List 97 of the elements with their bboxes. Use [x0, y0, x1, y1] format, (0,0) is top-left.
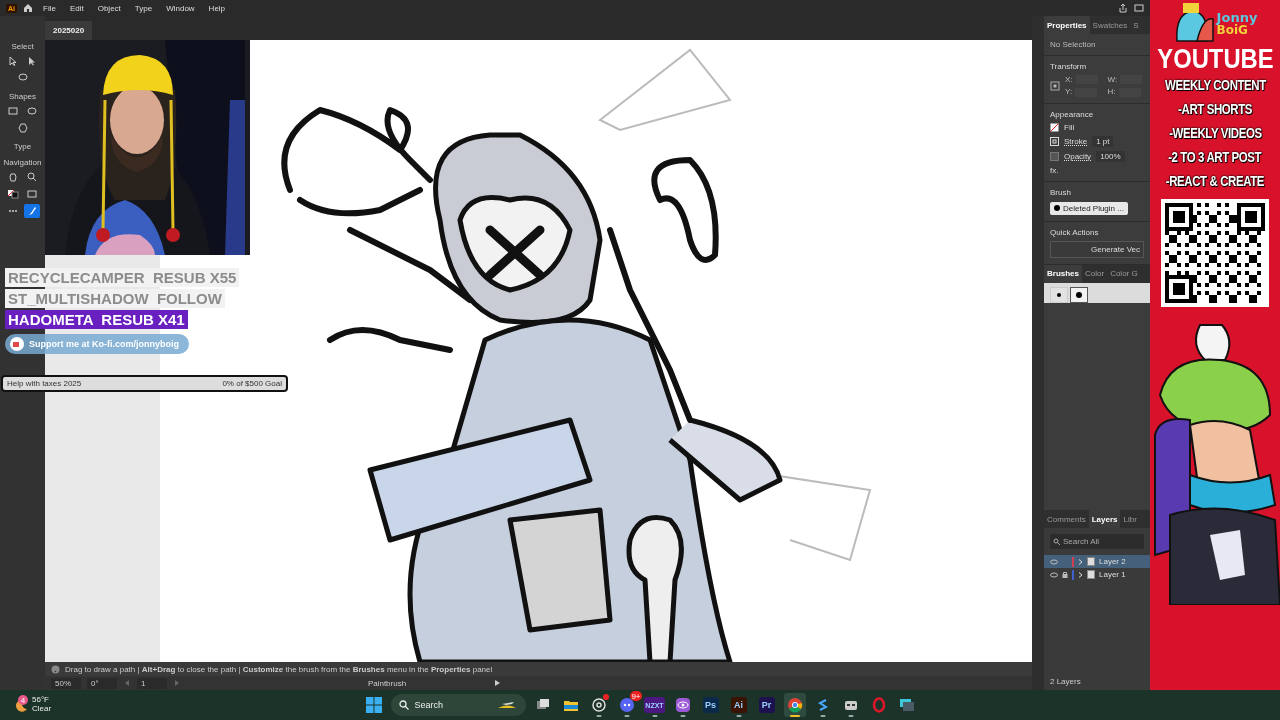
menu-item[interactable]: Help [204, 3, 230, 13]
opacity-icon [1050, 151, 1059, 161]
tool-group-label: Type [13, 142, 32, 151]
rotation-field[interactable]: 0° [87, 677, 117, 689]
panel-tab[interactable]: Properties [1044, 16, 1090, 34]
brush-dot-icon [1056, 291, 1062, 298]
banner-headline: YOUTUBE [1156, 43, 1274, 75]
panel-tab[interactable]: Libr [1120, 510, 1140, 528]
tool-group-label: Navigation [3, 158, 42, 167]
section-title: Appearance [1050, 109, 1095, 119]
weather-badge: 4 [18, 695, 28, 705]
taskbar-app[interactable] [783, 693, 806, 717]
menu-item[interactable]: Edit [65, 3, 88, 13]
ellipse-icon [27, 106, 37, 116]
tool-button[interactable] [5, 187, 21, 201]
alert-text: HADOMETA RESUB X41 [5, 310, 188, 329]
goal-title: Help with taxes 2025 [7, 379, 82, 388]
cup-icon [9, 337, 25, 351]
goal-reading: 0% of $500 Goal [222, 379, 282, 388]
search-icon [398, 700, 409, 710]
tool-group-label: Select [11, 42, 34, 51]
monitor-icon [898, 697, 915, 713]
alert-text: RECYCLECAMPER RESUB X55 [5, 268, 240, 287]
banner-line: -REACT & CREATE [1165, 173, 1265, 189]
value-field[interactable]: 1 pt [1092, 135, 1114, 147]
layer-count: 2 Layers [1049, 676, 1082, 688]
selection-label: No Selection [1050, 40, 1097, 49]
zoom-field[interactable]: 50% [51, 677, 81, 689]
panel-tab[interactable]: Comments [1044, 510, 1089, 528]
alert-text: ST_MULTISHADOW FOLLOW [5, 289, 225, 308]
lock-icon[interactable] [1062, 571, 1068, 578]
chrome-icon [786, 697, 803, 713]
banner-line: WEEKLY CONTENT [1164, 77, 1266, 93]
tool-group-label: Shapes [8, 92, 37, 101]
play-icon [493, 679, 501, 687]
rectangle-icon [8, 106, 18, 116]
panel-tab[interactable]: S [1130, 16, 1142, 34]
controller-icon [618, 697, 635, 713]
reference-point-icon [1050, 80, 1060, 91]
eye-icon [674, 697, 691, 713]
camera-ring-icon [590, 697, 607, 713]
next-icon [173, 679, 181, 687]
panel-tab[interactable]: Swatches [1089, 16, 1131, 34]
polygon-icon [17, 123, 28, 133]
paintbrush-icon [27, 206, 37, 216]
kofi-banner: Support me at Ko-fi.com/jonnyboig [5, 334, 189, 354]
brush-dot-icon [1076, 291, 1082, 298]
notification-badge: 9+ [630, 691, 642, 701]
stroke-swatch-icon [1050, 136, 1059, 146]
hint-text: Drag to draw a path | Alt+Drag to close the path | Customize the brush from the Brushes menu in the Properties panel [65, 664, 493, 674]
scrollbar[interactable] [1032, 16, 1044, 690]
menu-item[interactable]: File [39, 3, 60, 13]
layer-name: Layer 1 [1099, 570, 1126, 579]
brush-dot-icon [1054, 205, 1060, 212]
generate-button[interactable]: Generate Vec [1050, 240, 1144, 258]
weather-condition: Clear [32, 705, 52, 714]
fill-label: Fill [1064, 122, 1075, 132]
temperature: 56°F [32, 696, 50, 705]
menu-item[interactable]: Type [130, 3, 157, 13]
section-title: Quick Actions [1050, 227, 1100, 237]
section-title: Transform [1050, 62, 1088, 71]
banner-line: -2 TO 3 ART POST [1168, 149, 1262, 165]
panel-tab[interactable]: Layers [1088, 510, 1121, 528]
panel-tab[interactable]: Color [1082, 264, 1108, 283]
layer-row[interactable]: Layer 2 [1044, 555, 1150, 568]
layer-name: Layer 2 [1099, 557, 1126, 566]
banner-line: -WEEKLY VIDEOS [1168, 125, 1262, 141]
appearance-link[interactable]: Opacity [1064, 151, 1092, 161]
panel-tab[interactable]: Color G [1107, 264, 1141, 283]
menu-item[interactable]: Window [162, 3, 199, 13]
home-icon [23, 3, 33, 13]
no-fill-icon [1050, 122, 1059, 132]
layer-search-field[interactable]: Search All [1050, 534, 1144, 549]
brush-label: Brush [1050, 187, 1071, 197]
window-icon [1134, 3, 1144, 13]
tool-button[interactable] [24, 104, 40, 118]
brush-tile[interactable] [1070, 286, 1088, 303]
windows-logo-icon [365, 697, 382, 713]
search-icon [1053, 538, 1060, 545]
ring-icon [870, 697, 887, 713]
previous-icon [123, 679, 131, 687]
menu-item[interactable]: Object [93, 3, 125, 13]
artboard-number-field[interactable]: 1 [137, 677, 167, 689]
value-field[interactable]: 100% [1096, 150, 1125, 162]
magnifier-icon [27, 172, 37, 182]
current-tool-label: Paintbrush [366, 678, 408, 688]
appearance-link[interactable]: Stroke [1064, 136, 1088, 146]
artboard-icon [27, 189, 37, 199]
banner-line: -ART SHORTS [1178, 101, 1252, 117]
layer-row[interactable]: Layer 1 [1044, 568, 1150, 581]
effects-label[interactable]: fx. [1050, 165, 1144, 175]
fill-stroke-icon [7, 189, 19, 199]
logo-text: Jonny [1216, 10, 1258, 24]
brush-dropdown[interactable]: Deleted Plugin ... [1050, 201, 1128, 215]
share-icon [1118, 3, 1128, 13]
document-tab[interactable]: 2025020 [45, 21, 93, 40]
taskbar-search[interactable]: Search [390, 694, 526, 716]
